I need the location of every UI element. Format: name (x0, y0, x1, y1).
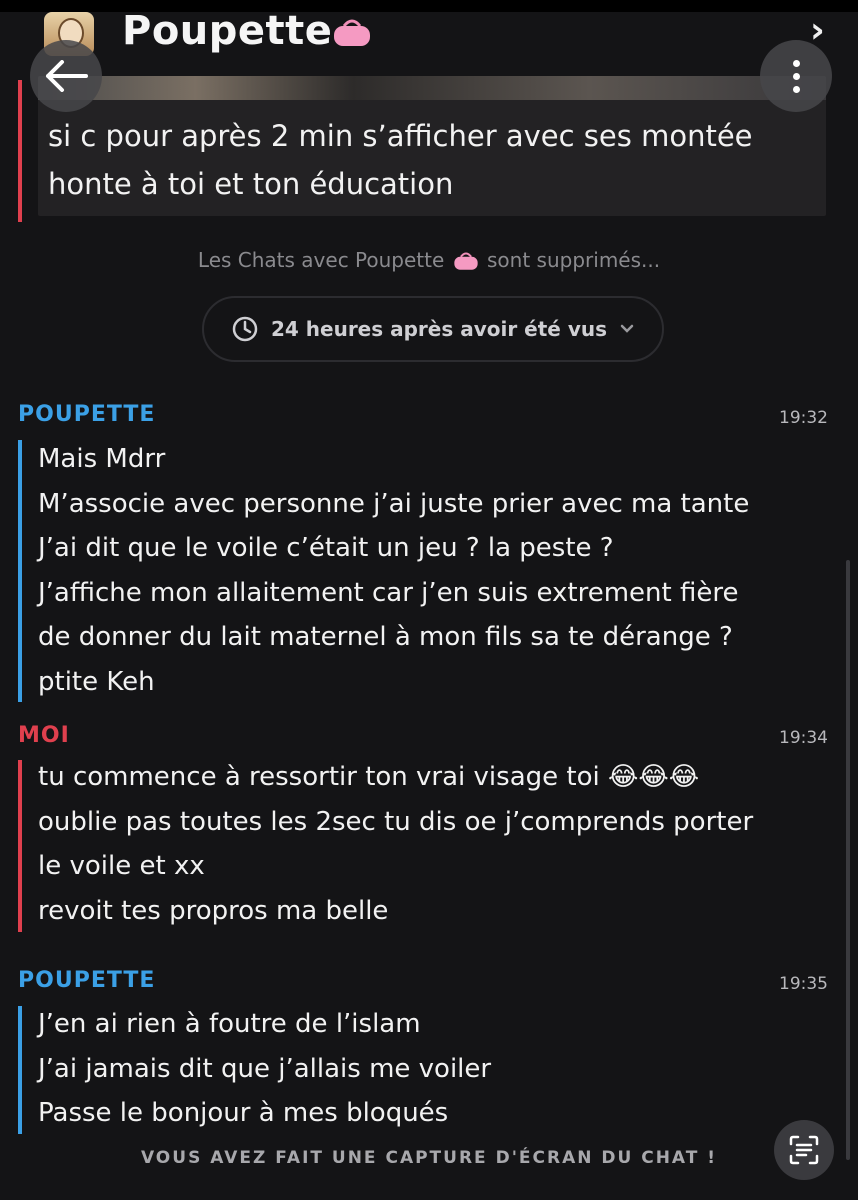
message-bar (18, 760, 22, 932)
quote-line: honte à toi et ton éducation (48, 167, 454, 201)
message-line: ptite Keh (38, 666, 155, 697)
sender-name: POUPETTE (18, 402, 156, 427)
message-time: 19:32 (779, 408, 828, 428)
message-line: Mais Mdrr (38, 444, 166, 474)
back-button[interactable] (30, 40, 102, 112)
more-options-button[interactable] (760, 40, 832, 112)
message-block[interactable]: tu commence à ressortir ton vrai visage … (38, 755, 753, 933)
message-line: oublie pas toutes les 2sec tu dis oe j’c… (38, 806, 754, 837)
arrow-left-icon (46, 60, 88, 92)
deletion-info: Les Chats avec Poupette sont supprimés..… (0, 248, 858, 272)
message-block[interactable]: J’en ai rien à foutre de l’islam J’ai ja… (38, 1002, 491, 1136)
chevron-down-icon (620, 324, 634, 333)
quote-line: si c pour après 2 min s’afficher avec se… (48, 119, 753, 153)
message-line: J’affiche mon allaitement car j’en suis … (38, 577, 739, 608)
laughing-emoji-icon: 😂😂😂 (607, 762, 700, 792)
screenshot-notice: VOUS AVEZ FAIT UNE CAPTURE D'ÉCRAN DU CH… (140, 1148, 718, 1168)
info-prefix: Les Chats avec Poupette (197, 248, 445, 272)
message-line: J’ai dit que le voile c’était un jeu ? l… (38, 533, 614, 563)
clock-icon (232, 316, 258, 342)
message-line: M’associe avec personne j’ai juste prier… (38, 488, 750, 519)
story-thumbnail (38, 76, 826, 100)
message-block[interactable]: Mais Mdrr M’associe avec personne j’ai j… (38, 437, 749, 704)
text-scan-icon (789, 1135, 819, 1165)
message-time: 19:34 (779, 728, 828, 748)
message-line: tu commence à ressortir ton vrai visage … (38, 762, 600, 792)
timer-setting-button[interactable]: 24 heures après avoir été vus (202, 296, 664, 362)
message-line: revoit tes propros ma belle (38, 895, 389, 926)
message-time: 19:35 (779, 974, 828, 994)
message-line: J’en ai rien à foutre de l’islam (38, 1009, 421, 1039)
vertical-dots-icon (792, 59, 800, 93)
quote-bar (18, 80, 22, 222)
handbag-emoji-icon (454, 252, 478, 270)
message-line: J’ai jamais dit que j’allais me voiler (38, 1053, 492, 1084)
message-line: Passe le bonjour à mes bloqués (38, 1098, 449, 1128)
handbag-emoji-icon (334, 19, 370, 46)
message-line: de donner du lait maternel à mon fils sa… (38, 622, 733, 652)
info-suffix: sont supprimés... (487, 248, 661, 272)
message-bar (18, 1006, 22, 1134)
timer-label: 24 heures après avoir été vus (270, 317, 608, 341)
message-bar (18, 440, 22, 702)
message-line: le voile et xx (38, 851, 205, 881)
quoted-story-reply[interactable]: si c pour après 2 min s’afficher avec se… (38, 76, 826, 216)
scrollbar[interactable] (846, 560, 850, 1160)
sender-name: POUPETTE (18, 968, 156, 993)
chat-title[interactable]: Poupette (122, 8, 332, 54)
scan-text-button[interactable] (774, 1120, 834, 1180)
sender-name: MOI (18, 723, 70, 748)
chat-header: Poupette › (0, 8, 858, 76)
